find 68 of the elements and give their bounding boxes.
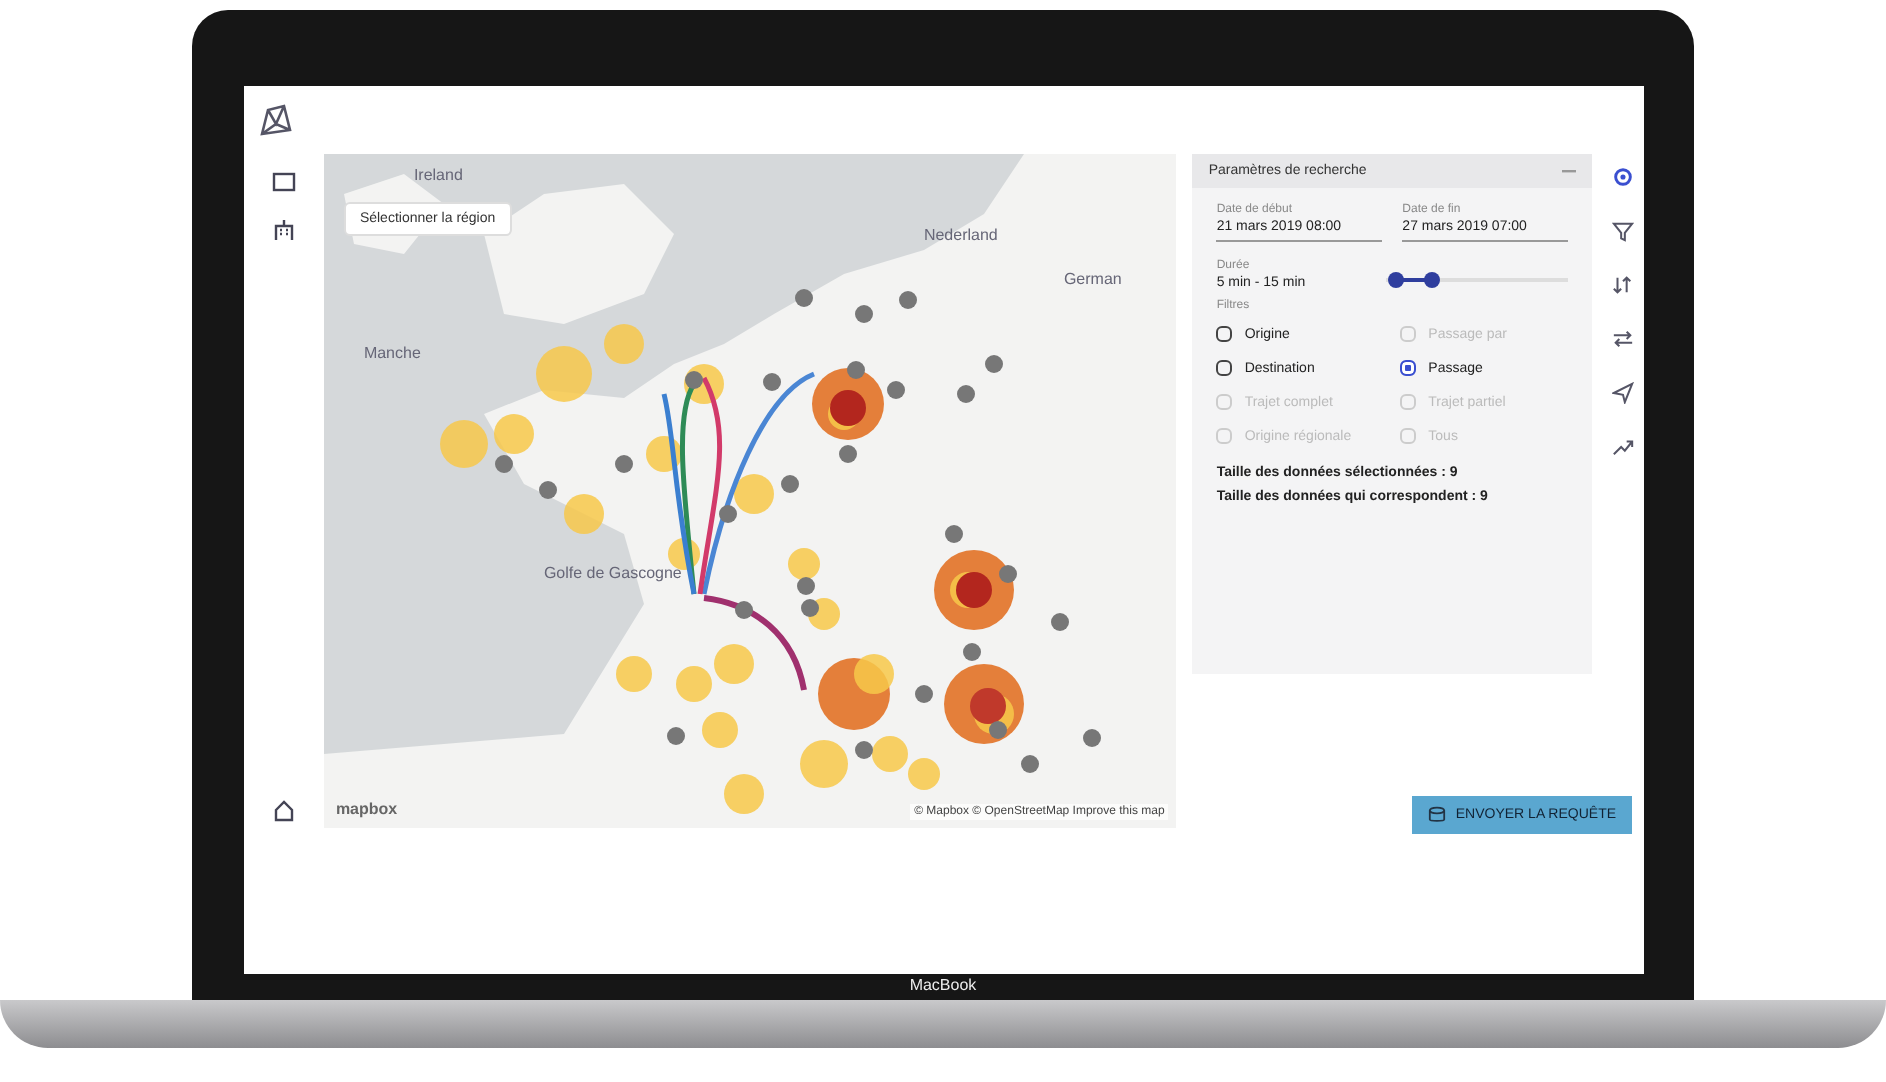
- location-pin: [998, 565, 1017, 583]
- filter-checkbox[interactable]: [1216, 360, 1233, 376]
- location-pin: [898, 291, 917, 309]
- heat-spot: [871, 736, 908, 772]
- window-icon[interactable]: [271, 170, 296, 194]
- location-pin: [854, 305, 873, 323]
- send-icon[interactable]: [1611, 382, 1633, 404]
- location-pin: [796, 577, 815, 595]
- location-pin: [684, 371, 703, 389]
- heat-spot: [701, 712, 738, 748]
- heat-spot: [439, 420, 488, 468]
- slider-thumb[interactable]: [1387, 272, 1404, 288]
- location-pin: [838, 445, 857, 463]
- heat-spot: [645, 436, 682, 472]
- map-label: Golfe de Gascogne: [543, 564, 682, 582]
- heat-spot: [675, 666, 712, 702]
- map-logo: mapbox: [335, 800, 398, 818]
- filter-checkbox[interactable]: [1216, 326, 1233, 342]
- heat-spot: [603, 324, 644, 364]
- heat-spot: [733, 474, 774, 514]
- location-pin: [718, 505, 737, 523]
- sort-icon[interactable]: [1611, 274, 1633, 296]
- heat-spot: [713, 644, 754, 684]
- location-pin: [794, 289, 813, 307]
- swap-icon[interactable]: [1611, 328, 1633, 350]
- location-pin: [988, 721, 1007, 739]
- heat-spot: [787, 548, 820, 580]
- heat-spot: [493, 414, 534, 454]
- location-pin: [854, 741, 873, 759]
- location-pin: [494, 455, 513, 473]
- map-label: Nederland: [923, 226, 998, 244]
- heat-spot: [907, 758, 940, 790]
- database-icon: [1427, 806, 1446, 824]
- location-pin: [762, 373, 781, 391]
- heat-spot: [563, 494, 604, 534]
- logo-icon: [256, 100, 296, 140]
- heat-spot: [723, 774, 764, 814]
- filter-checkbox[interactable]: [1400, 360, 1417, 376]
- location-pin: [1050, 613, 1069, 631]
- map-label: German: [1063, 270, 1122, 288]
- location-pin: [984, 355, 1003, 373]
- location-pin: [666, 727, 685, 745]
- location-pin: [962, 643, 981, 661]
- map-label: Manche: [363, 344, 421, 362]
- location-pin: [734, 601, 753, 619]
- location-pin: [944, 525, 963, 543]
- heat-spot: [799, 740, 848, 788]
- home-icon[interactable]: [271, 798, 296, 822]
- location-pin: [1020, 755, 1039, 773]
- location-pin: [800, 599, 819, 617]
- filter-icon[interactable]: [1611, 220, 1633, 242]
- location-pin: [956, 385, 975, 403]
- location-pin: [886, 381, 905, 399]
- location-pin: [914, 685, 933, 703]
- location-pin: [614, 455, 633, 473]
- heat-spot: [535, 346, 592, 402]
- trend-icon[interactable]: [1611, 436, 1633, 458]
- location-pin: [1082, 729, 1101, 747]
- building-icon[interactable]: [271, 218, 296, 242]
- slider-thumb[interactable]: [1423, 272, 1440, 288]
- settings-icon[interactable]: [1611, 166, 1633, 188]
- heat-spot: [667, 538, 700, 570]
- location-pin: [846, 361, 865, 379]
- location-pin: [780, 475, 799, 493]
- location-pin: [538, 481, 557, 499]
- laptop-label: MacBook: [909, 976, 977, 994]
- map-label: Ireland: [413, 166, 463, 184]
- heat-spot: [615, 656, 652, 692]
